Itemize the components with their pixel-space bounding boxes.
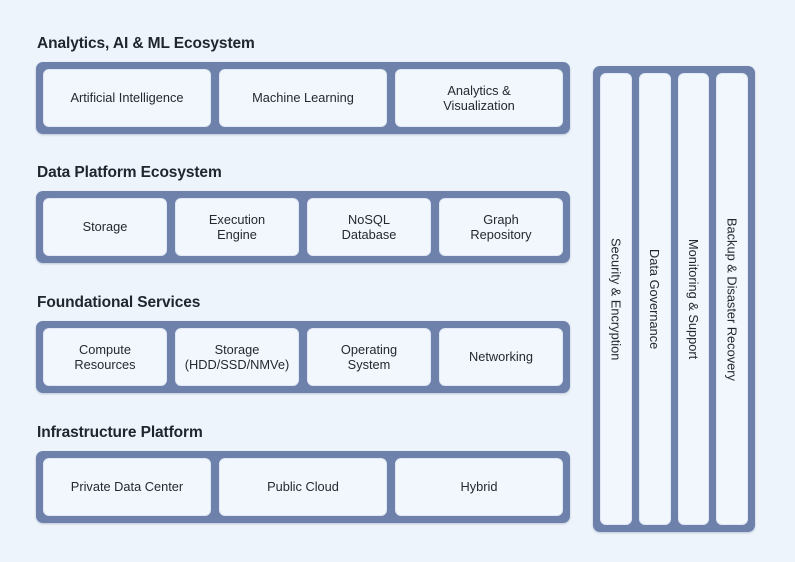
layer-cell[interactable]: Networking (439, 328, 563, 386)
layer-cell[interactable]: Private Data Center (43, 458, 211, 516)
layer-cell[interactable]: NoSQL Database (307, 198, 431, 256)
layer-title: Data Platform Ecosystem (37, 164, 222, 181)
layer-frame: Artificial Intelligence Machine Learning… (36, 62, 570, 134)
cross-cutting-cell[interactable]: Backup & Disaster Recovery (716, 73, 748, 525)
layer-frame: Private Data Center Public Cloud Hybrid (36, 451, 570, 523)
layer-title: Infrastructure Platform (37, 424, 203, 441)
cross-cutting-label: Backup & Disaster Recovery (724, 217, 740, 381)
layer-cell[interactable]: Public Cloud (219, 458, 387, 516)
layer-cell[interactable]: Artificial Intelligence (43, 69, 211, 127)
cross-cutting-panel: Security & Encryption Data Governance Mo… (593, 66, 755, 532)
architecture-diagram: Analytics, AI & ML Ecosystem Artificial … (0, 0, 795, 562)
layer-cell[interactable]: Compute Resources (43, 328, 167, 386)
layer-cell[interactable]: Operating System (307, 328, 431, 386)
layer-cell[interactable]: Storage (43, 198, 167, 256)
cross-cutting-cell[interactable]: Data Governance (638, 73, 671, 525)
layer-analytics-ai-ml: Analytics, AI & ML Ecosystem Artificial … (36, 34, 570, 134)
layer-title: Foundational Services (37, 294, 201, 311)
layer-cell[interactable]: Machine Learning (219, 69, 387, 127)
layer-frame: Compute Resources Storage (HDD/SSD/NMVe)… (36, 321, 570, 393)
layer-title: Analytics, AI & ML Ecosystem (37, 35, 255, 52)
cross-cutting-label: Security & Encryption (608, 237, 624, 361)
layer-stack: Analytics, AI & ML Ecosystem Artificial … (36, 34, 570, 532)
cross-cutting-label: Monitoring & Support (685, 238, 701, 360)
layer-data-platform: Data Platform Ecosystem Storage Executio… (36, 163, 570, 263)
layer-cell[interactable]: Hybrid (395, 458, 563, 516)
cross-cutting-cell[interactable]: Monitoring & Support (677, 73, 710, 525)
layer-cell[interactable]: Analytics & Visualization (395, 69, 563, 127)
cross-cutting-cell[interactable]: Security & Encryption (600, 73, 632, 525)
layer-cell[interactable]: Graph Repository (439, 198, 563, 256)
layer-cell[interactable]: Execution Engine (175, 198, 299, 256)
layer-frame: Storage Execution Engine NoSQL Database … (36, 191, 570, 263)
layer-cell[interactable]: Storage (HDD/SSD/NMVe) (175, 328, 299, 386)
layer-infrastructure-platform: Infrastructure Platform Private Data Cen… (36, 423, 570, 523)
layer-foundational-services: Foundational Services Compute Resources … (36, 293, 570, 393)
cross-cutting-label: Data Governance (647, 248, 663, 350)
